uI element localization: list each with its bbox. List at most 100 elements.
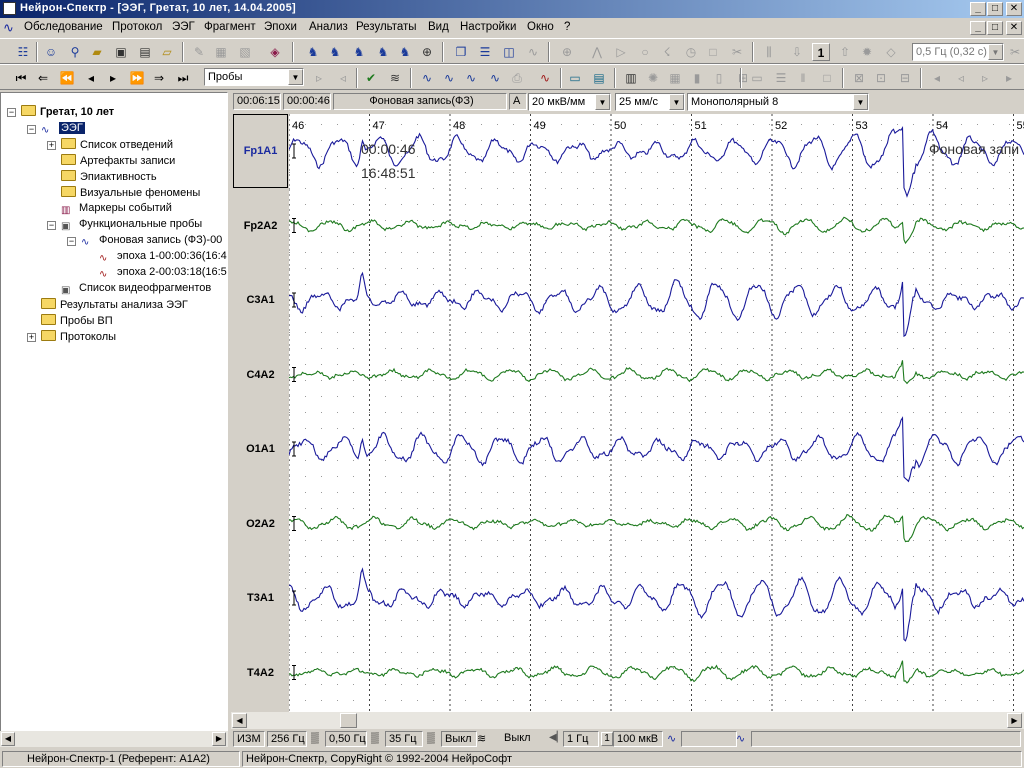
menu-eeg[interactable]: ЭЭГ <box>172 21 195 33</box>
eeg-collapse-icon[interactable]: − <box>27 125 36 134</box>
peak-icon[interactable]: ⋀ <box>588 43 606 61</box>
montage-2-icon[interactable]: ♞ <box>326 43 344 61</box>
filter-combo[interactable]: 0,5 Гц (0,32 с) ▼ <box>912 43 1004 61</box>
nav-left-icon[interactable]: ◂ <box>928 69 946 87</box>
menu-protokol[interactable]: Протокол <box>112 21 162 33</box>
minimize-button[interactable]: _ <box>970 2 986 16</box>
arrow-down-icon[interactable]: ⇩ <box>788 43 806 61</box>
channel-label-o2a2[interactable]: O2A2 <box>233 518 288 530</box>
wave-window-icon[interactable]: ∿ <box>524 43 542 61</box>
fast-forward-icon[interactable]: ⏩ <box>128 69 146 87</box>
chevron-down-icon[interactable]: ▼ <box>988 44 1003 60</box>
histogram-icon[interactable]: ▮ <box>688 69 706 87</box>
tree-item-epoch-1[interactable]: ∿ эпоха 1-00:00:36(16:4 <box>99 250 227 265</box>
channel-wave-4-icon[interactable]: ∿ <box>486 69 504 87</box>
menu-window[interactable]: Окно <box>527 21 554 33</box>
step-forward-icon[interactable]: ▸ <box>104 69 122 87</box>
play-grey-icon[interactable]: ▷ <box>612 43 630 61</box>
rewind-icon[interactable]: ⏪ <box>58 69 76 87</box>
extra-filter[interactable]: Выкл <box>501 731 541 747</box>
ab-wave-icon[interactable]: ∿ <box>667 732 676 745</box>
ruler-icon[interactable]: ⫼ <box>760 43 778 61</box>
protocols-expand-icon[interactable]: + <box>27 333 36 342</box>
document-icon[interactable]: ▥ <box>622 69 640 87</box>
montage-combo[interactable]: Монополярный 8 ▼ <box>687 93 869 111</box>
menu-settings[interactable]: Настройки <box>460 21 516 33</box>
mdi-restore-button[interactable]: □ <box>987 21 1003 35</box>
channel-wave-1-icon[interactable]: ∿ <box>418 69 436 87</box>
channel-label-c3a1[interactable]: C3A1 <box>233 294 288 306</box>
menu-fragment[interactable]: Фрагмент <box>204 21 256 33</box>
eeg-trace-t4a2[interactable] <box>288 660 1024 684</box>
monitor-icon[interactable]: ▭ <box>566 69 584 87</box>
search-patient-icon[interactable]: ⚲ <box>66 43 84 61</box>
filter-wave-icon[interactable]: ≋ <box>386 69 404 87</box>
edit-icon[interactable]: ✎ <box>190 43 208 61</box>
bars-icon[interactable]: ▯ <box>710 69 728 87</box>
tile-vertical-icon[interactable]: ◫ <box>500 43 518 61</box>
eeg-plot-area[interactable]: 46474849505152535455 00:00:46 16:48:51 Ф… <box>288 114 1024 712</box>
izm-field[interactable]: ИЗМ <box>233 731 265 747</box>
panel-icon[interactable]: ▤ <box>590 69 608 87</box>
func-probes-collapse-icon[interactable]: − <box>47 221 56 230</box>
probe-next-icon[interactable]: ▹ <box>310 69 328 87</box>
stop-square-icon[interactable]: □ <box>818 69 836 87</box>
chevron-down-icon[interactable]: ▼ <box>669 94 684 110</box>
eeg-trace-fp1a1[interactable] <box>288 126 1024 198</box>
settings-icon[interactable]: ✺ <box>644 69 662 87</box>
hp-filter-icon[interactable]: ▒ <box>311 732 319 744</box>
tree-item-ep-probes[interactable]: Пробы ВП <box>41 314 113 327</box>
tree-item-analysis-results[interactable]: Результаты анализа ЭЭГ <box>41 298 188 311</box>
menu-obsledovanie[interactable]: Обследование <box>24 21 103 33</box>
list-icon[interactable]: ☰ <box>772 69 790 87</box>
mdi-minimize-button[interactable]: _ <box>970 21 986 35</box>
channel-wave-2-icon[interactable]: ∿ <box>440 69 458 87</box>
arrow-up-icon[interactable]: ⇧ <box>836 43 854 61</box>
forward-fast-icon[interactable]: ⇒ <box>150 69 168 87</box>
flash-icon[interactable]: ☇ <box>658 43 676 61</box>
tree-item-protocols[interactable]: Протоколы <box>41 330 116 343</box>
channel-label-o1a1[interactable]: O1A1 <box>233 443 288 455</box>
eeg-traces[interactable]: 46474849505152535455 00:00:46 16:48:51 Ф… <box>288 114 1024 712</box>
tile-horizontal-icon[interactable]: ☰ <box>476 43 494 61</box>
gain-frequency[interactable]: 1 Гц <box>563 731 599 747</box>
globe-icon[interactable]: ⊕ <box>418 43 436 61</box>
scroll-thumb[interactable] <box>340 713 357 728</box>
channel-label-c4a2[interactable]: C4A2 <box>233 369 288 381</box>
table-icon[interactable]: ▦ <box>666 69 684 87</box>
leads-expand-icon[interactable]: + <box>47 141 56 150</box>
report-icon[interactable]: ▧ <box>236 43 254 61</box>
export-icon[interactable]: ▱ <box>158 43 176 61</box>
low-pass-filter[interactable]: 35 Гц <box>385 731 423 747</box>
diamond-icon[interactable]: ◇ <box>882 43 900 61</box>
fit-icon[interactable]: ⊟ <box>896 69 914 87</box>
tree-item-visual-phenomena[interactable]: Визуальные феномены <box>61 186 200 199</box>
eeg-trace-fp2a2[interactable] <box>288 216 1024 245</box>
scroll-right-icon[interactable]: ▶ <box>212 732 226 746</box>
wave-red-icon[interactable]: ∿ <box>536 69 554 87</box>
patient-icon[interactable]: ☺ <box>42 43 60 61</box>
tree-item-video-fragments[interactable]: ▣ Список видеофрагментов <box>61 282 211 297</box>
menu-analysis[interactable]: Анализ <box>309 21 348 33</box>
record-icon[interactable]: ○ <box>636 43 654 61</box>
timer-icon[interactable]: ◷ <box>682 43 700 61</box>
back-fast-icon[interactable]: ⇐ <box>34 69 52 87</box>
globe-grey-icon[interactable]: ⊕ <box>558 43 576 61</box>
chevron-down-icon[interactable]: ▼ <box>595 94 610 110</box>
tree-horizontal-scrollbar[interactable]: ◀ ▶ <box>0 731 228 747</box>
print-preview-icon[interactable]: ▦ <box>212 43 230 61</box>
first-page-icon[interactable]: ⏮ <box>12 69 30 87</box>
chevron-down-icon[interactable]: ▼ <box>853 94 868 110</box>
high-pass-filter[interactable]: 0,50 Гц <box>325 731 367 747</box>
tree-item-leads[interactable]: Список отведений <box>61 138 173 151</box>
tree-icon[interactable]: ☷ <box>14 43 32 61</box>
tree-item-epiactivity[interactable]: Эпиактивность <box>61 170 157 183</box>
sun-icon[interactable]: ✹ <box>858 43 876 61</box>
probe-prev-icon[interactable]: ◃ <box>334 69 352 87</box>
eeg-horizontal-scrollbar[interactable]: ◀ ▶ <box>231 712 1024 729</box>
menu-results[interactable]: Результаты <box>356 21 417 33</box>
scissors-right-icon[interactable]: ✂ <box>1006 43 1024 61</box>
stop-icon[interactable]: □ <box>704 43 722 61</box>
montage-4-icon[interactable]: ♞ <box>374 43 392 61</box>
open-icon[interactable]: ▰ <box>88 43 106 61</box>
